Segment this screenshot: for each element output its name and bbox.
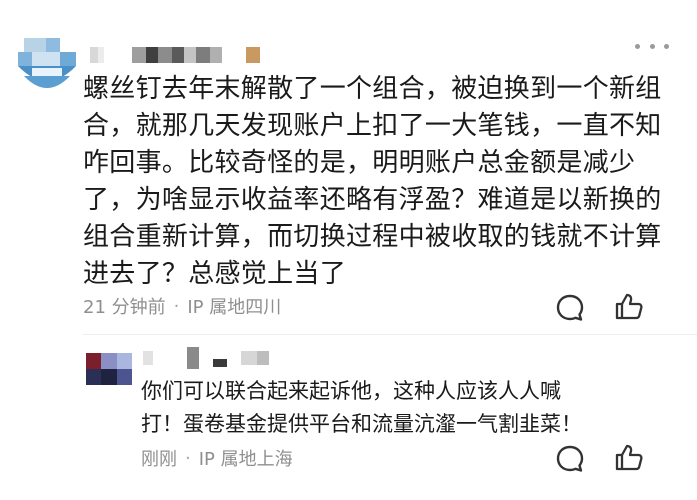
reply-ip-location: IP 属地上海: [198, 449, 293, 470]
divider: [83, 334, 697, 335]
comment-timestamp: 21 分钟前: [83, 297, 166, 318]
comment-text: 螺丝钉去年末解散了一个组合，被迫换到一个新组 合，就那几天发现账户上扣了一大笔钱…: [83, 74, 662, 289]
comment-bubble-icon: [556, 294, 584, 321]
avatar[interactable]: [14, 34, 80, 100]
reply-meta: 刚刚 · IP 属地上海: [141, 445, 293, 471]
meta-separator: ·: [185, 447, 191, 469]
more-dots-icon: [635, 43, 640, 49]
comment-ip-location: IP 属地四川: [187, 297, 282, 318]
reply-timestamp: 刚刚: [141, 449, 177, 470]
reply-blurred-username: [143, 347, 269, 369]
more-options-button[interactable]: [635, 36, 669, 56]
reply-text: 你们可以联合起来起诉他，这种人应该人人喊 打！蛋卷基金提供平台和流量沆瀣一气割韭…: [141, 379, 582, 436]
reply-comment-button[interactable]: [554, 443, 586, 475]
reply-like-button[interactable]: [613, 441, 645, 473]
thumbs-up-icon: [615, 293, 643, 320]
comment-meta: 21 分钟前 · IP 属地四川: [83, 293, 281, 319]
comment-like-button[interactable]: [613, 290, 645, 322]
comment-thread: 螺丝钉去年末解散了一个组合，被迫换到一个新组 合，就那几天发现账户上扣了一大笔钱…: [0, 0, 697, 500]
comment-reply-button[interactable]: [554, 292, 586, 324]
reply-avatar[interactable]: [86, 353, 132, 385]
thumbs-up-icon: [615, 444, 643, 471]
blurred-username: [90, 47, 260, 63]
avatar-image: [18, 38, 76, 88]
comment-bubble-icon: [556, 445, 584, 472]
meta-separator: ·: [173, 295, 180, 317]
